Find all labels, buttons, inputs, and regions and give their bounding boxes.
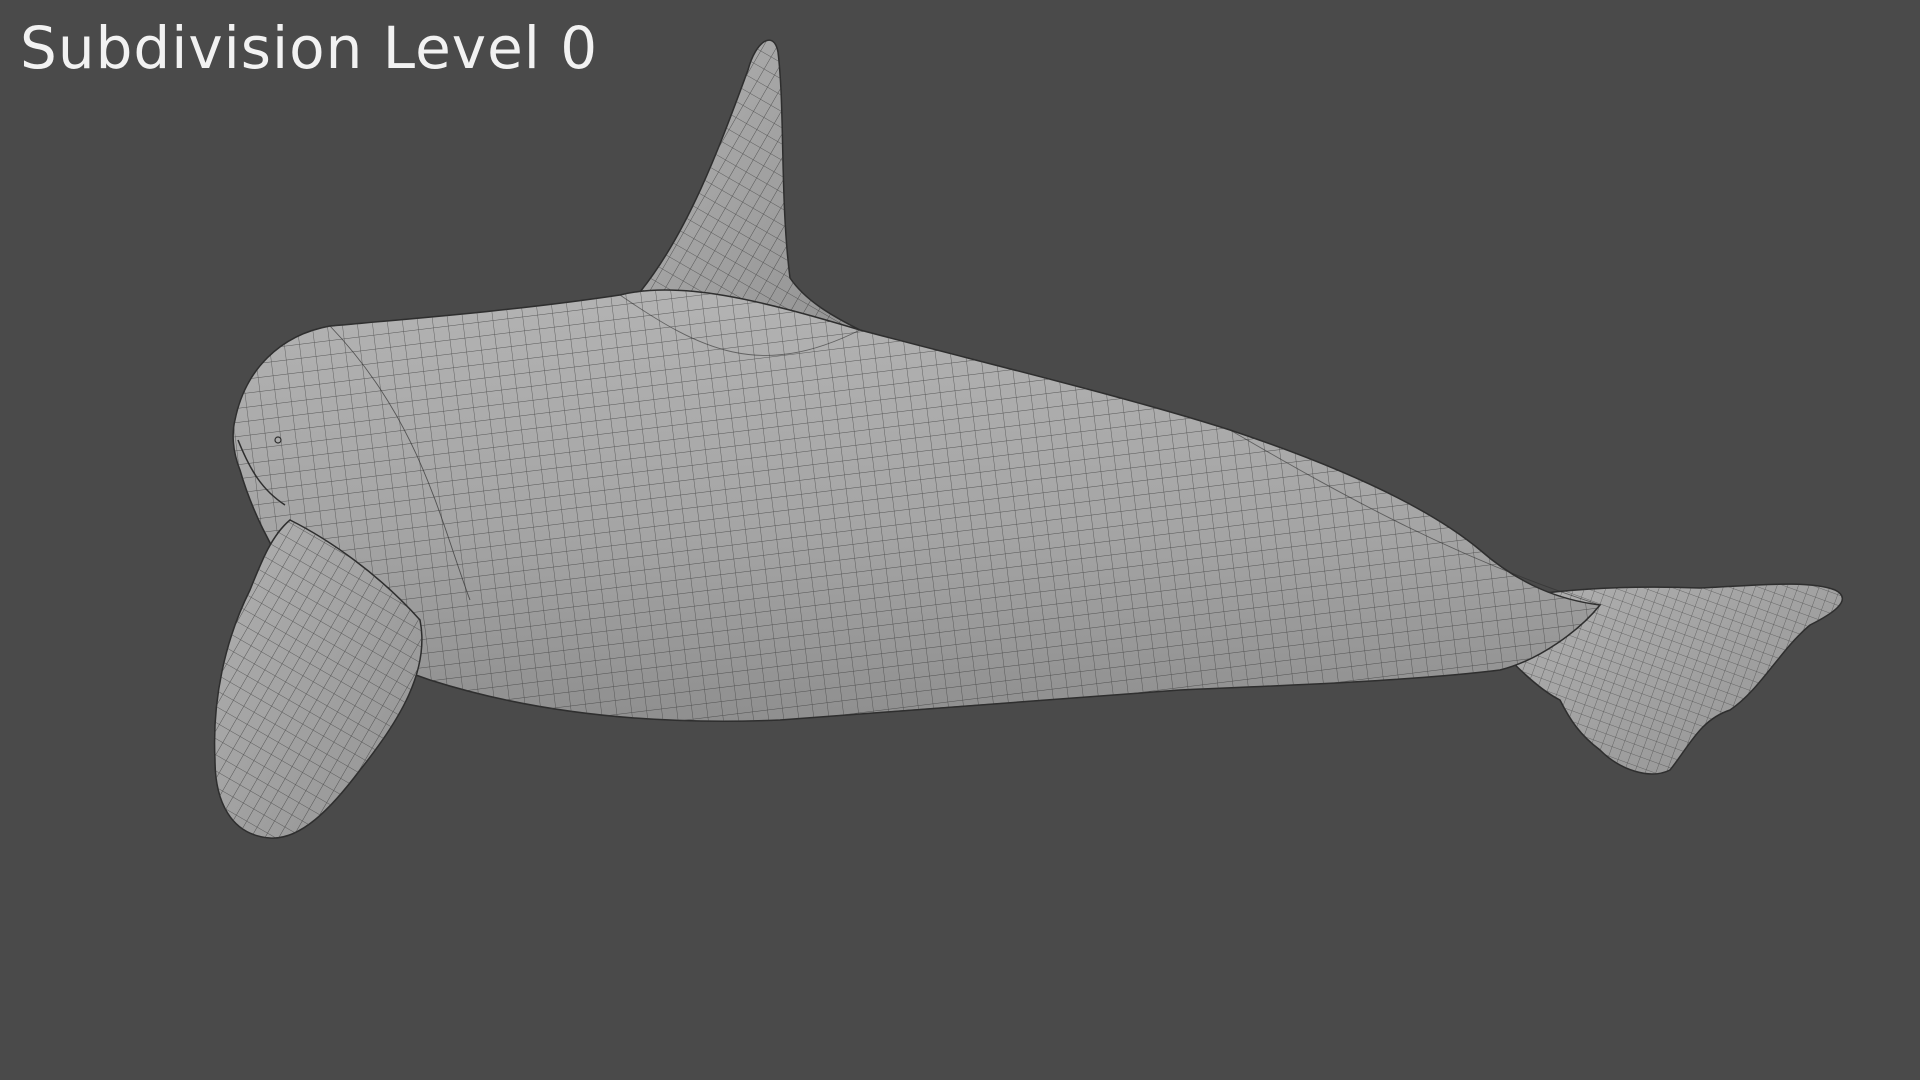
orca-mesh-model	[213, 39, 1843, 839]
orca-body	[232, 289, 1602, 722]
3d-viewport[interactable]: Subdivision Level 0	[0, 0, 1920, 1080]
dorsal-fin	[638, 39, 861, 331]
